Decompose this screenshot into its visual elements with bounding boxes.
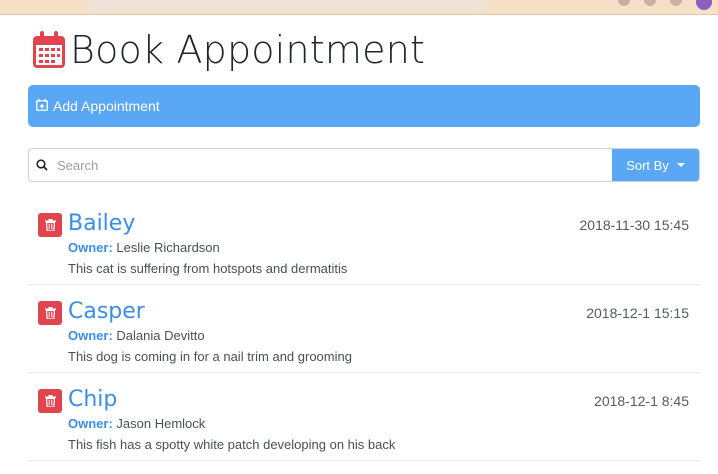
appointment-item: Casper 2018-12-1 15:15 Owner: Dalania De… xyxy=(28,285,700,373)
page-title: Book Appointment xyxy=(70,28,426,72)
search-bar: Sort By xyxy=(28,148,700,182)
calendar-plus-icon xyxy=(36,98,48,111)
pet-name[interactable]: Chip xyxy=(68,387,117,412)
appointment-notes[interactable]: This fish has a spotty white patch devel… xyxy=(68,437,395,452)
owner-label: Owner: xyxy=(68,240,113,255)
caret-down-icon xyxy=(676,163,685,167)
appointment-notes[interactable]: This dog is coming in for a nail trim an… xyxy=(68,349,352,364)
sort-by-label: Sort By xyxy=(626,157,669,173)
extension-icon[interactable] xyxy=(644,0,656,6)
owner-name[interactable]: Leslie Richardson xyxy=(116,240,219,255)
delete-appointment-button[interactable] xyxy=(38,213,62,237)
profile-avatar[interactable] xyxy=(696,0,712,10)
owner-line: Owner: Jason Hemlock xyxy=(68,416,205,431)
appointment-item: Chip 2018-12-1 8:45 Owner: Jason Hemlock… xyxy=(28,373,700,461)
browser-toolbar xyxy=(0,0,718,15)
trash-icon xyxy=(44,219,56,231)
delete-appointment-button[interactable] xyxy=(38,389,62,413)
owner-name[interactable]: Jason Hemlock xyxy=(116,416,205,431)
appointment-date: 2018-12-1 8:45 xyxy=(594,393,689,409)
owner-name[interactable]: Dalania Devitto xyxy=(116,328,204,343)
sort-by-dropdown[interactable]: Sort By xyxy=(612,149,699,181)
owner-label: Owner: xyxy=(68,328,113,343)
trash-icon xyxy=(44,395,56,407)
trash-icon xyxy=(44,307,56,319)
calendar-icon xyxy=(33,31,65,68)
appointment-date: 2018-12-1 15:15 xyxy=(586,305,689,321)
search-input[interactable] xyxy=(55,149,612,181)
owner-line: Owner: Leslie Richardson xyxy=(68,240,220,255)
appointment-list: Bailey 2018-11-30 15:45 Owner: Leslie Ri… xyxy=(28,197,700,461)
appointment-item: Bailey 2018-11-30 15:45 Owner: Leslie Ri… xyxy=(28,197,700,285)
extension-icon[interactable] xyxy=(670,0,682,6)
delete-appointment-button[interactable] xyxy=(38,301,62,325)
add-appointment-label: Add Appointment xyxy=(53,98,160,114)
address-bar[interactable] xyxy=(86,0,486,12)
add-appointment-button[interactable]: Add Appointment xyxy=(28,85,700,127)
appointment-date: 2018-11-30 15:45 xyxy=(579,217,690,233)
pet-name[interactable]: Casper xyxy=(68,299,145,324)
owner-label: Owner: xyxy=(68,416,113,431)
search-icon xyxy=(29,149,55,181)
appointment-notes[interactable]: This cat is suffering from hotspots and … xyxy=(68,261,347,276)
page-header: Book Appointment xyxy=(32,28,425,72)
pet-name[interactable]: Bailey xyxy=(68,211,135,236)
owner-line: Owner: Dalania Devitto xyxy=(68,328,205,343)
browser-extension-icons xyxy=(618,0,712,10)
extension-icon[interactable] xyxy=(618,0,630,6)
